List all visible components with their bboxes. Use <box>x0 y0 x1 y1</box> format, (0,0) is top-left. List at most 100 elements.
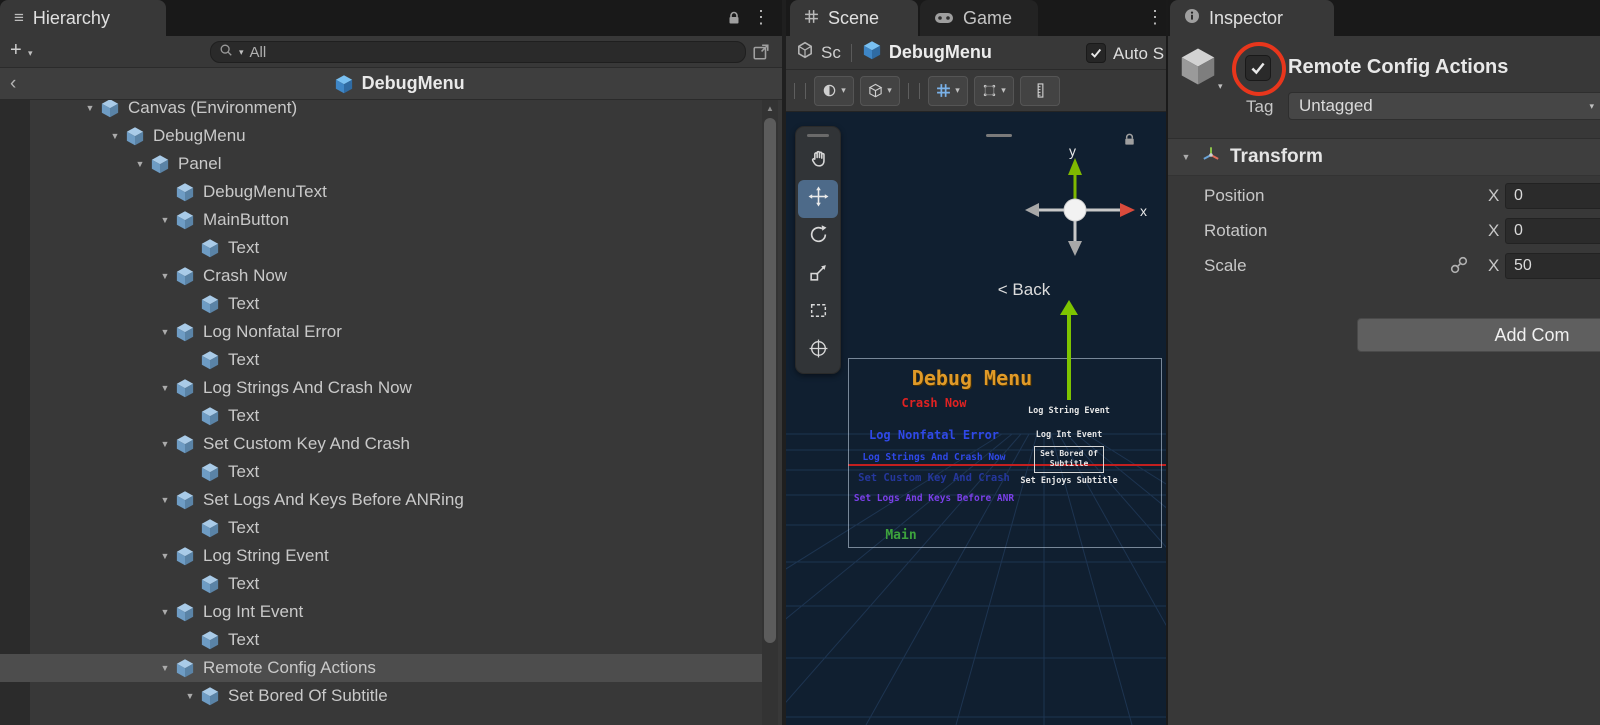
kebab-menu-icon[interactable]: ⋮ <box>1146 7 1164 28</box>
tree-row[interactable]: Text <box>0 290 762 318</box>
tree-row[interactable]: ▼Set Custom Key And Crash <box>0 430 762 458</box>
toolbar-handle[interactable] <box>794 83 795 99</box>
view-options-dropdown[interactable]: ▾ <box>860 76 900 106</box>
scene-crumb-label[interactable]: Sc <box>821 43 841 63</box>
tab-hierarchy[interactable]: ≡ Hierarchy <box>0 0 166 36</box>
orientation-gizmo[interactable]: y x <box>786 112 1166 282</box>
scene-grid-icon <box>804 8 819 29</box>
cube-icon <box>175 434 195 454</box>
tree-row[interactable]: ▼Log String Event <box>0 542 762 570</box>
game-menu-button[interactable]: Crash Now <box>836 396 1032 410</box>
snap-settings-dropdown[interactable]: ▾ <box>974 76 1014 106</box>
tree-item-label: Text <box>228 238 259 258</box>
tab-scene[interactable]: Scene <box>790 0 918 36</box>
game-menu-button[interactable]: Log Nonfatal Error <box>836 428 1032 442</box>
axis-value-field[interactable]: 0 <box>1505 183 1600 209</box>
tree-row[interactable]: DebugMenuText <box>0 178 762 206</box>
tree-row[interactable]: Text <box>0 514 762 542</box>
tree-row[interactable]: ▼ Set Bored Of Subtitle <box>0 682 762 710</box>
tree-row[interactable]: Text <box>0 626 762 654</box>
gameobject-cube-icon[interactable] <box>1178 46 1218 86</box>
foldout-arrow[interactable]: ▼ <box>155 663 175 673</box>
tree-row[interactable]: ▼DebugMenu <box>0 122 762 150</box>
foldout-arrow[interactable]: ▼ <box>105 131 125 141</box>
tree-row[interactable]: ▼Set Logs And Keys Before ANRing <box>0 486 762 514</box>
breadcrumb[interactable]: DebugMenu <box>16 73 782 94</box>
foldout-arrow[interactable]: ▼ <box>80 103 100 113</box>
foldout-arrow[interactable]: ▼ <box>155 383 175 393</box>
scrollbar-up-arrow[interactable]: ▲ <box>762 100 778 113</box>
foldout-arrow[interactable]: ▼ <box>155 607 175 617</box>
game-menu-button[interactable]: Set Bored Of Subtitle <box>1034 446 1104 473</box>
foldout-arrow[interactable]: ▼ <box>155 495 175 505</box>
tree-row[interactable]: Text <box>0 234 762 262</box>
search-input[interactable]: ▾ All <box>210 41 746 63</box>
foldout-arrow[interactable]: ▼ <box>155 215 175 225</box>
transform-tool-button[interactable] <box>798 332 838 370</box>
grid-visibility-dropdown[interactable]: ▾ <box>928 76 968 106</box>
game-tab-label: Game <box>963 8 1012 29</box>
gameobject-name[interactable]: Remote Config Actions <box>1288 56 1508 79</box>
link-scale-toggle[interactable] <box>1450 256 1468 279</box>
scrollbar-thumb[interactable] <box>764 118 776 643</box>
foldout-arrow[interactable]: ▼ <box>1176 152 1196 162</box>
tree-row[interactable]: ▼MainButton <box>0 206 762 234</box>
lock-icon[interactable] <box>726 10 742 26</box>
autosave-checkbox[interactable] <box>1086 43 1106 63</box>
kebab-menu-icon[interactable]: ⋮ <box>752 7 770 28</box>
back-button-label[interactable]: < Back <box>964 280 1084 300</box>
game-menu-button[interactable]: Set Custom Key And Crash <box>836 472 1032 484</box>
tree-row[interactable]: Text <box>0 458 762 486</box>
toolbar-handle[interactable] <box>805 83 806 99</box>
foldout-arrow[interactable]: ▼ <box>155 551 175 561</box>
tree-row[interactable]: ▼Crash Now <box>0 262 762 290</box>
tree-row[interactable]: Text <box>0 346 762 374</box>
tab-inspector[interactable]: Inspector <box>1170 0 1334 36</box>
popout-icon[interactable] <box>752 43 770 66</box>
create-dropdown-caret[interactable]: ▾ <box>28 49 33 58</box>
game-menu-button[interactable]: Set Logs And Keys Before ANR <box>836 493 1032 504</box>
axis-value-field[interactable]: 0 <box>1505 218 1600 244</box>
tree-row[interactable]: ▼Panel <box>0 150 762 178</box>
foldout-arrow[interactable]: ▼ <box>155 271 175 281</box>
rect-tool-button[interactable] <box>798 294 838 332</box>
tree-row[interactable]: Text <box>0 402 762 430</box>
main-button-label[interactable]: Main <box>871 528 931 543</box>
measure-tool-button[interactable] <box>1020 76 1060 106</box>
game-menu-button[interactable]: Log String Event <box>1009 406 1129 416</box>
create-button[interactable]: + <box>10 39 22 62</box>
tree-item-label: Set Bored Of Subtitle <box>228 686 388 706</box>
axis-value-field[interactable]: 50 <box>1505 253 1600 279</box>
tree-row[interactable]: ▼Log Int Event <box>0 598 762 626</box>
search-filter-caret[interactable]: ▾ <box>239 48 244 57</box>
foldout-arrow[interactable]: ▼ <box>155 439 175 449</box>
icon-picker-caret[interactable]: ▾ <box>1218 82 1223 91</box>
inspector-tab-label: Inspector <box>1209 8 1283 29</box>
tab-game[interactable]: Game <box>920 0 1038 36</box>
foldout-arrow[interactable]: ▼ <box>155 327 175 337</box>
hierarchy-scrollbar[interactable]: ▲ <box>762 100 778 725</box>
draw-mode-dropdown[interactable]: ▾ <box>814 76 854 106</box>
unity-editor: ≡ Hierarchy ⋮ + ▾ ▾ All ‹ DebugMenu ▼Can… <box>0 0 1600 725</box>
transform-header[interactable]: ▼ Transform <box>1168 138 1600 176</box>
tag-dropdown[interactable]: Untagged ▾ <box>1288 92 1600 120</box>
game-menu-button[interactable]: Log Strings And Crash Now <box>836 452 1032 463</box>
transform-icon <box>1200 144 1222 171</box>
game-menu-button[interactable]: Set Enjoys Subtitle <box>1009 476 1129 486</box>
foldout-arrow[interactable]: ▼ <box>130 159 150 169</box>
cube-icon <box>100 100 120 118</box>
prefab-name-label[interactable]: DebugMenu <box>889 42 992 63</box>
prefab-cube-icon <box>862 40 882 65</box>
tree-row[interactable]: ▼Log Strings And Crash Now <box>0 374 762 402</box>
tree-row[interactable]: ▼Remote Config Actions <box>0 654 762 682</box>
autosave-label: Auto S <box>1113 44 1164 64</box>
tree-row[interactable]: ▼Canvas (Environment) <box>0 100 762 122</box>
link-icon[interactable] <box>1450 256 1468 274</box>
foldout-arrow[interactable]: ▼ <box>180 691 200 701</box>
tree-row[interactable]: ▼Log Nonfatal Error <box>0 318 762 346</box>
add-component-button[interactable]: Add Com <box>1357 318 1600 352</box>
scene-viewport[interactable]: y x < Back Debug Menu Crash NowLog Nonfa… <box>786 112 1166 725</box>
game-menu-button[interactable]: Log Int Event <box>1009 430 1129 440</box>
scene-toolbar: ▾ ▾ ▾ ▾ <box>786 70 1166 112</box>
tree-row[interactable]: Text <box>0 570 762 598</box>
